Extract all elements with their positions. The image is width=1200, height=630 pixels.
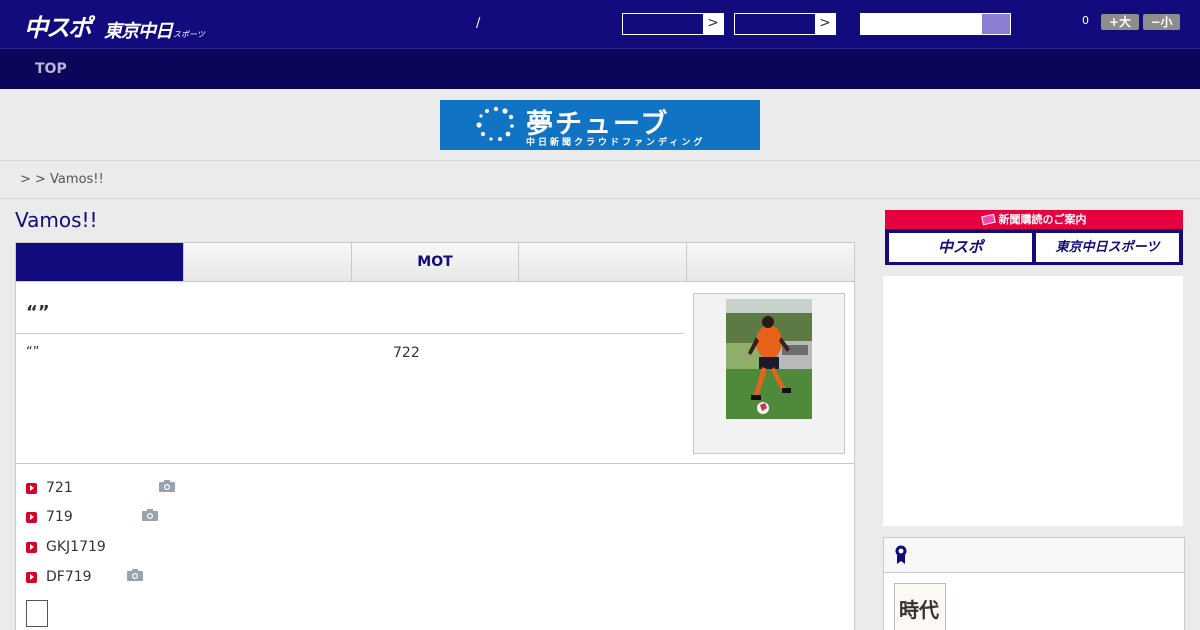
list-item[interactable]: 719: [26, 509, 73, 525]
newspaper-icon: [980, 213, 996, 226]
subscribe-chuspo-button[interactable]: 中スポ: [889, 233, 1032, 262]
list-item-label[interactable]: 721: [46, 480, 73, 496]
article-lead: “”: [26, 345, 40, 360]
camera-icon: [142, 509, 158, 521]
font-size-indicator: 0: [1082, 14, 1089, 27]
banner-area: 夢チューブ 中日新聞クラウドファンディング: [0, 89, 1200, 161]
article-lead-number: 722: [393, 345, 420, 361]
ad-slot[interactable]: [883, 276, 1183, 526]
tab-1[interactable]: [16, 243, 184, 288]
list-item[interactable]: GKJ1719: [26, 539, 106, 555]
divider: [16, 333, 684, 334]
list-item-label[interactable]: 719: [46, 509, 73, 525]
category-select-1[interactable]: >: [622, 13, 724, 35]
chevron-right-icon[interactable]: >: [815, 14, 835, 34]
chevron-right-icon[interactable]: >: [703, 14, 723, 34]
award-ribbon-icon: [895, 545, 907, 564]
article-photo-frame[interactable]: [693, 293, 845, 454]
ranking-thumbnail[interactable]: 時代: [894, 583, 946, 630]
camera-icon: [127, 569, 143, 581]
list-item[interactable]: 721: [26, 480, 73, 496]
tab-2[interactable]: [183, 243, 352, 281]
list-item-label[interactable]: DF719: [46, 569, 92, 585]
logo-chuspo[interactable]: 中スポ: [24, 8, 92, 43]
yume-tube-banner[interactable]: 夢チューブ 中日新聞クラウドファンディング: [440, 100, 760, 150]
list-item[interactable]: DF719: [26, 569, 92, 585]
divider: [16, 463, 854, 464]
tab-mot[interactable]: MOT: [351, 243, 520, 281]
breadcrumb-bar: > > Vamos!!: [0, 161, 1200, 199]
arrow-bullet-icon: [26, 482, 37, 494]
ranking-box: 時代: [883, 537, 1185, 630]
dots-circle-icon: [476, 106, 514, 141]
article-headline[interactable]: “”: [26, 302, 50, 323]
arrow-bullet-icon: [26, 571, 37, 583]
checkbox[interactable]: [26, 600, 48, 627]
subscribe-tokyo-chunichi-button[interactable]: 東京中日スポーツ: [1036, 233, 1179, 262]
soccer-player-photo[interactable]: [726, 299, 812, 419]
page-title: Vamos!!: [15, 208, 98, 232]
ranking-header: [884, 538, 1184, 573]
arrow-bullet-icon: [26, 511, 37, 523]
article-panel: “” “” 722 721 719 GKJ1719 DF719: [15, 281, 855, 630]
site-search: [860, 13, 1011, 35]
subscription-box: 新聞購読のご案内 中スポ 東京中日スポーツ: [885, 210, 1183, 265]
arrow-bullet-icon: [26, 541, 37, 553]
tab-4[interactable]: [519, 243, 688, 281]
search-input[interactable]: [861, 14, 982, 34]
logo-sports: スポーツ: [173, 30, 205, 39]
global-nav: TOP: [0, 48, 1200, 89]
subscription-header-label: 新聞購読のご案内: [998, 213, 1087, 226]
banner-subtitle: 中日新聞クラウドファンディング: [526, 138, 706, 148]
site-header: 中スポ 東京中日 スポーツ / > > 0 +大 −小: [0, 0, 1200, 48]
list-item-label[interactable]: GKJ1719: [46, 539, 106, 555]
breadcrumb[interactable]: > > Vamos!!: [20, 172, 104, 187]
font-smaller-button[interactable]: −小: [1143, 14, 1180, 30]
camera-icon: [159, 480, 175, 492]
ranking-thumbnail-text: 時代: [899, 598, 939, 622]
section-tabs: MOT: [15, 242, 855, 288]
nav-item-top[interactable]: TOP: [35, 61, 67, 77]
logo-tokyo-chunichi[interactable]: 東京中日: [104, 17, 173, 43]
site-logo[interactable]: 中スポ 東京中日 スポーツ: [24, 8, 205, 43]
search-button[interactable]: [982, 14, 1010, 34]
font-larger-button[interactable]: +大: [1101, 14, 1139, 30]
category-select-2[interactable]: >: [734, 13, 836, 35]
tab-5[interactable]: [687, 243, 854, 281]
header-separator: /: [476, 16, 481, 31]
subscription-header: 新聞購読のご案内: [885, 210, 1183, 229]
